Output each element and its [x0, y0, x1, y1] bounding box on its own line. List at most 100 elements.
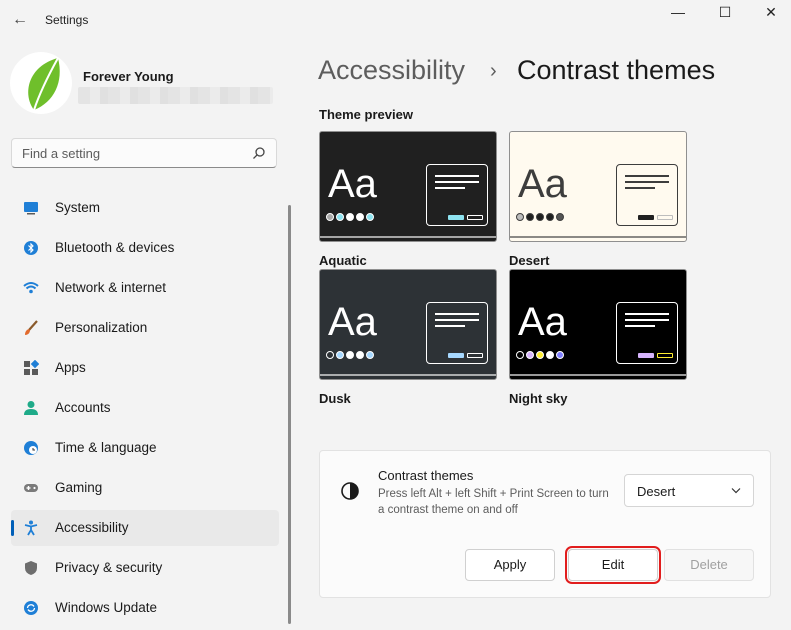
gamepad-icon: [24, 484, 38, 492]
brush-icon: [25, 320, 38, 335]
preview-text-line: [625, 325, 655, 327]
sidebar-item-label: Apps: [55, 360, 86, 375]
preview-text-line: [625, 313, 669, 315]
preview-text-line: [435, 319, 479, 321]
sidebar-item-label: Accounts: [55, 400, 111, 415]
search-input[interactable]: Find a setting: [11, 138, 277, 168]
theme-name-night-sky: Night sky: [509, 391, 568, 406]
leaf-icon: [28, 57, 60, 111]
sidebar-scrollbar[interactable]: [288, 205, 291, 624]
wifi-icon: [23, 282, 39, 294]
card-description: Press left Alt + left Shift + Print Scre…: [378, 488, 609, 516]
theme-preview-dusk[interactable]: Aa: [319, 269, 497, 380]
preview-color-dot: [556, 351, 564, 359]
back-arrow-icon[interactable]: ←: [10, 10, 30, 30]
sidebar-item-label: Network & internet: [55, 280, 167, 295]
minimize-button[interactable]: —: [655, 0, 701, 26]
theme-name-aquatic: Aquatic: [319, 253, 367, 268]
preview-button-primary: [448, 353, 464, 358]
preview-color-dot: [326, 351, 334, 359]
preview-color-dot: [516, 213, 524, 221]
preview-color-dot: [366, 213, 374, 221]
preview-window: [616, 302, 678, 364]
monitor-icon: [24, 202, 38, 215]
breadcrumb-separator: ›: [490, 60, 497, 82]
sidebar-item-accessibility[interactable]: Accessibility: [11, 510, 279, 546]
delete-button[interactable]: Delete: [664, 549, 754, 581]
theme-preview-desert[interactable]: Aa: [509, 131, 687, 242]
preview-color-dot: [536, 213, 544, 221]
preview-color-dot: [546, 213, 554, 221]
preview-window: [616, 164, 678, 226]
close-button[interactable]: ✕: [748, 0, 791, 26]
search-placeholder: Find a setting: [22, 146, 101, 161]
preview-text-line: [435, 181, 479, 183]
selection-indicator: [11, 520, 14, 536]
person-icon: [24, 401, 38, 415]
sidebar-item-accounts[interactable]: Accounts: [11, 390, 279, 426]
accessibility-icon: [24, 520, 38, 536]
preview-text-line: [625, 181, 669, 183]
sidebar-item-label: Bluetooth & devices: [55, 240, 175, 255]
preview-color-dot: [526, 351, 534, 359]
search-icon[interactable]: [252, 146, 266, 160]
preview-color-dot: [326, 213, 334, 221]
sidebar-item-privacy[interactable]: Privacy & security: [11, 550, 279, 586]
preview-bottom-bar: [510, 236, 686, 238]
preview-color-dot: [526, 213, 534, 221]
theme-dropdown[interactable]: Desert: [624, 474, 754, 507]
theme-preview-night-sky[interactable]: Aa: [509, 269, 687, 380]
sidebar-item-apps[interactable]: Apps: [11, 350, 279, 386]
preview-aa-text: Aa: [328, 300, 377, 344]
apply-button[interactable]: Apply: [465, 549, 555, 581]
edit-button[interactable]: Edit: [565, 546, 661, 584]
preview-button-primary: [638, 215, 654, 220]
theme-preview-label: Theme preview: [319, 107, 413, 122]
preview-text-line: [625, 319, 669, 321]
sidebar-item-network[interactable]: Network & internet: [11, 270, 279, 306]
preview-color-dot: [346, 213, 354, 221]
globe-clock-icon: [24, 441, 38, 455]
contrast-icon: [341, 482, 359, 500]
sidebar-item-bluetooth[interactable]: Bluetooth & devices: [11, 230, 279, 266]
preview-text-line: [435, 187, 465, 189]
theme-name-desert: Desert: [509, 253, 550, 268]
dropdown-value: Desert: [637, 484, 676, 499]
preview-text-line: [435, 313, 479, 315]
preview-button-secondary: [657, 215, 673, 220]
preview-color-dot: [336, 213, 344, 221]
theme-preview-aquatic[interactable]: Aa: [319, 131, 497, 242]
sidebar-item-gaming[interactable]: Gaming: [11, 470, 279, 506]
preview-text-line: [625, 187, 655, 189]
preview-color-dot: [546, 351, 554, 359]
preview-aa-text: Aa: [518, 162, 567, 206]
sidebar-item-label: Gaming: [55, 480, 103, 495]
preview-button-secondary: [467, 353, 483, 358]
sidebar-item-label: Privacy & security: [55, 560, 163, 575]
preview-aa-text: Aa: [328, 162, 377, 206]
avatar[interactable]: [10, 52, 72, 114]
sidebar-item-time-language[interactable]: Time & language: [11, 430, 279, 466]
preview-button-primary: [638, 353, 654, 358]
update-icon: [24, 601, 38, 615]
preview-button-primary: [448, 215, 464, 220]
sidebar-item-windows-update[interactable]: Windows Update: [11, 590, 279, 626]
preview-aa-text: Aa: [518, 300, 567, 344]
sidebar-item-label: System: [55, 200, 101, 215]
sidebar-item-personalization[interactable]: Personalization: [11, 310, 279, 346]
maximize-button[interactable]: ☐: [702, 0, 748, 26]
preview-color-dot: [536, 351, 544, 359]
user-name: Forever Young: [83, 69, 174, 84]
card-title: Contrast themes: [378, 468, 474, 483]
page-title: Contrast themes: [517, 55, 716, 85]
preview-color-dot: [366, 351, 374, 359]
user-email-redacted: [78, 87, 273, 104]
preview-window: [426, 164, 488, 226]
preview-button-secondary: [657, 353, 673, 358]
contrast-themes-card: Contrast themes Press left Alt + left Sh…: [319, 450, 771, 598]
sidebar-item-label: Time & language: [55, 440, 157, 455]
preview-color-dot: [346, 351, 354, 359]
app-title: Settings: [45, 13, 89, 27]
sidebar-item-system[interactable]: System: [11, 190, 279, 226]
breadcrumb-parent[interactable]: Accessibility: [318, 55, 465, 86]
